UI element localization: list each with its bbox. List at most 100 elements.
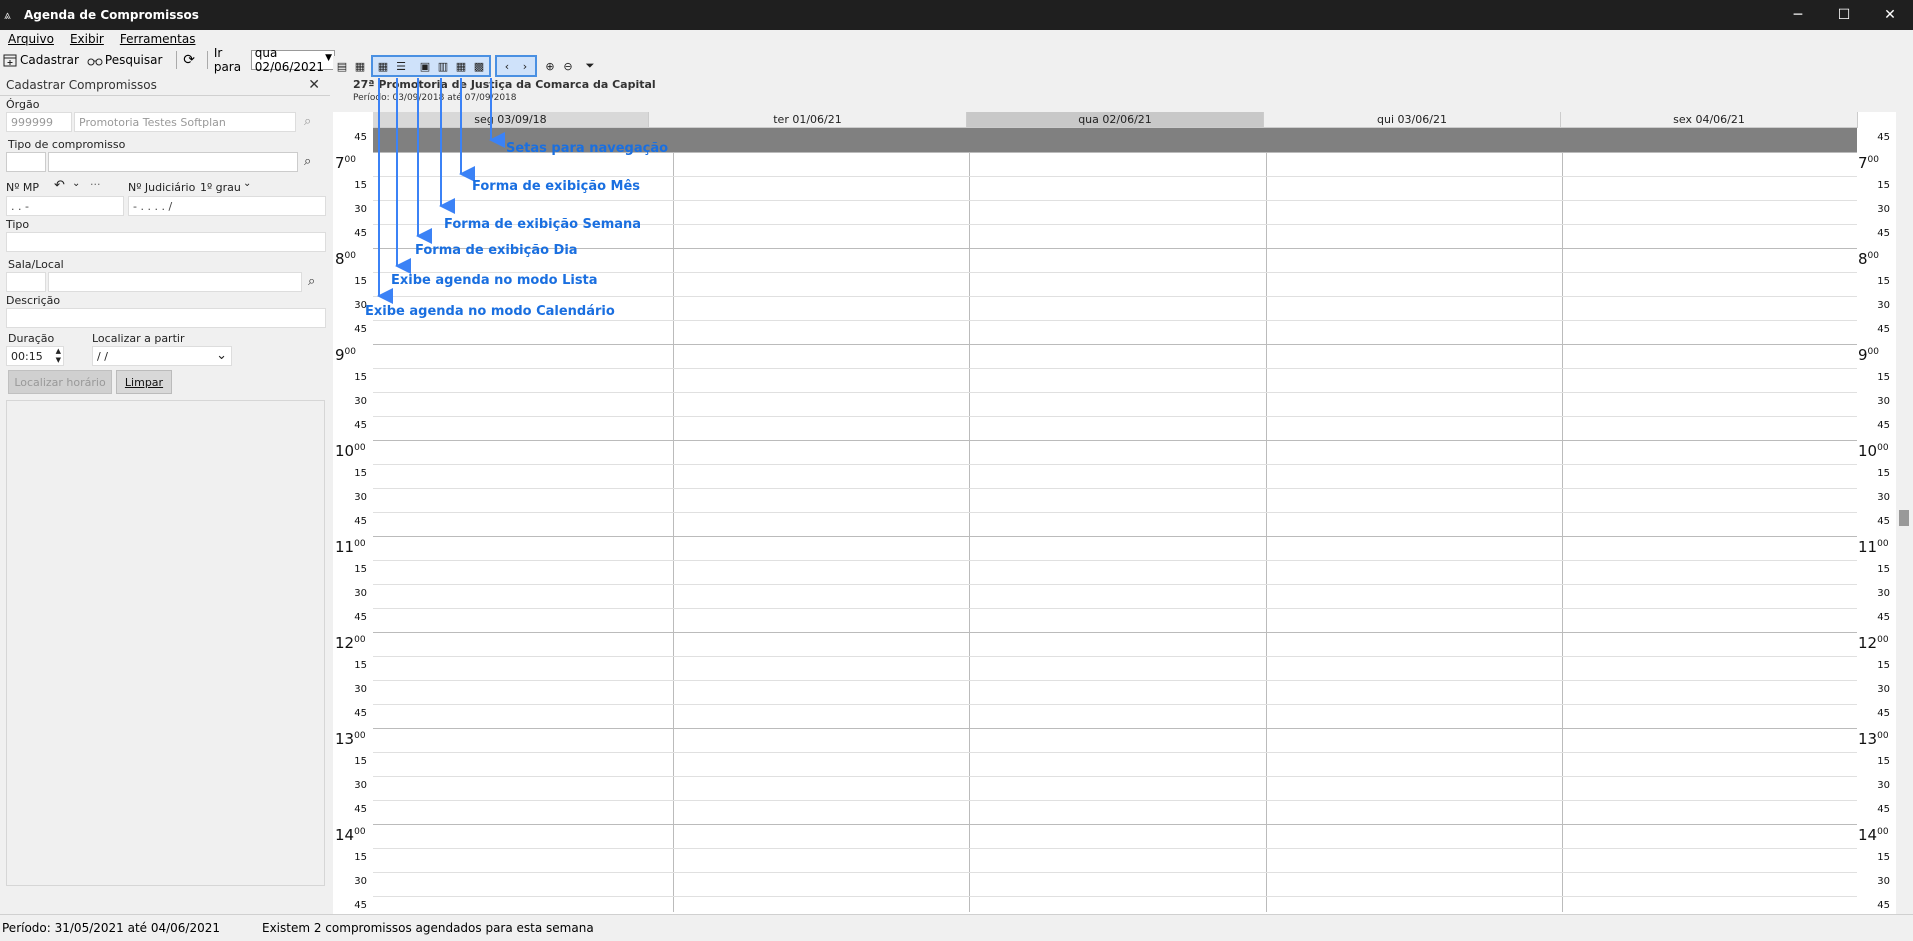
status-periodo: Período: 31/05/2021 até 04/06/2021 (2, 921, 221, 935)
hour-label: 700 (1858, 154, 1879, 172)
month-view-icon[interactable]: ▦ (452, 57, 470, 75)
nmp-value: . . - (11, 199, 29, 213)
scrollbar-thumb[interactable] (1899, 510, 1909, 526)
vertical-scrollbar[interactable] (1896, 112, 1913, 914)
quarter-label: 45 (1877, 420, 1890, 431)
orgao-code-field[interactable]: 999999 (6, 112, 72, 132)
sala-code-field[interactable] (6, 272, 46, 292)
quarter-label: 15 (1877, 564, 1890, 575)
week-view-icon[interactable]: ▥ (434, 57, 452, 75)
search-icon[interactable]: ⌕ (304, 114, 320, 130)
sala-name-field[interactable] (48, 272, 302, 292)
quarter-label: 30 (1877, 684, 1890, 695)
quarter-label: 45 (1877, 708, 1890, 719)
column-divider (1562, 152, 1563, 912)
prev-arrow-icon[interactable]: ‹ (498, 57, 516, 75)
undo-icon[interactable]: ↶ (54, 178, 65, 193)
tipo-compromisso-name-field[interactable] (48, 152, 298, 172)
quarter-label: 30 (354, 780, 367, 791)
next-arrow-icon[interactable]: › (516, 57, 534, 75)
njudiciario-label: Nº Judiciário (128, 181, 196, 194)
duracao-stepper[interactable]: 00:15 ▲ ▼ (6, 346, 64, 366)
quarter-label: 15 (354, 468, 367, 479)
orgao-name-value: Promotoria Testes Softplan (79, 115, 226, 129)
day-header-today[interactable]: qua 02/06/21 (967, 112, 1264, 128)
annotation-dia: Forma de exibição Dia (415, 243, 578, 258)
maximize-button[interactable]: ☐ (1821, 0, 1867, 30)
annotation-lista: Exibe agenda no modo Lista (391, 273, 598, 288)
grau-select[interactable]: 1º grau (200, 181, 241, 194)
hour-label: 1200 (335, 634, 366, 652)
cadastrar-button[interactable]: Cadastrar (2, 52, 79, 68)
quarter-label: 30 (1877, 492, 1890, 503)
localizar-horario-button[interactable]: Localizar horário (8, 370, 112, 394)
search-icon[interactable]: ⌕ (308, 274, 324, 290)
menu-arquivo[interactable]: Arquivo (8, 32, 54, 46)
hour-label: 800 (335, 250, 356, 268)
orgao-label: Órgão (6, 98, 40, 111)
menu-exibir[interactable]: Exibir (70, 32, 104, 46)
hour-minutes: 00 (1877, 827, 1889, 837)
day-header[interactable]: seg 03/09/18 (373, 112, 649, 128)
hour-minutes: 00 (1867, 347, 1879, 357)
time-slot-line (373, 200, 1857, 201)
quarter-label: 45 (1877, 900, 1890, 911)
hour-minutes: 00 (1867, 251, 1879, 261)
close-window-button[interactable]: ✕ (1867, 0, 1913, 30)
hour-number: 13 (1858, 730, 1878, 748)
main-toolbar: Cadastrar Pesquisar ⟳ Ir para qua 02/06/… (0, 46, 335, 74)
tipo-label: Tipo (6, 218, 30, 231)
tipo-compromisso-code-field[interactable] (6, 152, 46, 172)
day-columns[interactable] (373, 152, 1857, 912)
nmp-field[interactable]: . . - (6, 196, 124, 216)
zoom-in-icon[interactable]: ⊕ (541, 57, 559, 75)
menu-ferramentas[interactable]: Ferramentas (120, 32, 196, 46)
column-divider (969, 152, 970, 912)
day-header[interactable]: sex 04/06/21 (1561, 112, 1858, 128)
toolbar-separator (176, 51, 178, 69)
pesquisar-label: Pesquisar (104, 53, 163, 67)
time-slot-line (373, 368, 1857, 369)
quarter-label: 30 (354, 492, 367, 503)
hour-number: 11 (1858, 538, 1878, 556)
calendar-area: ▤ ▦ ▦ ☰ ▣ ▥ ▦ ▩ ‹ › ⊕ ⊖ ⏷ 27ª Promotoria… (333, 55, 1913, 914)
filter-icon[interactable]: ⏷ (581, 57, 599, 75)
calendar-mode-icon[interactable]: ▦ (374, 57, 392, 75)
print-icon[interactable]: ▤ (333, 57, 351, 75)
chevron-down-icon[interactable]: ⌄ (243, 178, 251, 189)
hour-label: 900 (1858, 346, 1879, 364)
day-view-icon[interactable]: ▣ (416, 57, 434, 75)
quarter-label: 30 (1877, 780, 1890, 791)
quarter-label: 15 (1877, 372, 1890, 383)
sala-label: Sala/Local (8, 258, 64, 271)
left-panel-empty-area (6, 400, 325, 886)
orgao-name-field[interactable]: Promotoria Testes Softplan (74, 112, 296, 132)
time-slot-line (373, 464, 1857, 465)
nmp-label: Nº MP (6, 181, 40, 194)
search-icon[interactable]: ⌕ (304, 154, 320, 170)
refresh-icon[interactable]: ⟳ (183, 52, 195, 68)
ir-para-date-select[interactable]: qua 02/06/2021 ▼ (250, 46, 335, 74)
calendar-settings-icon[interactable]: ▦ (351, 57, 369, 75)
stepper-arrows-icon[interactable]: ▲ ▼ (56, 347, 61, 365)
hour-label: 1000 (1858, 442, 1889, 460)
quarter-label: 45 (354, 420, 367, 431)
localizar-partir-date-select[interactable]: / / ⌄ (92, 346, 232, 366)
time-slot-line (373, 584, 1857, 585)
day-header[interactable]: qui 03/06/21 (1264, 112, 1561, 128)
list-mode-icon[interactable]: ☰ (392, 57, 410, 75)
chevron-down-icon[interactable]: ⌄ (72, 178, 80, 189)
tipo-field[interactable] (6, 232, 326, 252)
close-panel-icon[interactable]: ✕ (308, 77, 320, 93)
descricao-field[interactable] (6, 308, 326, 328)
pesquisar-button[interactable]: Pesquisar (87, 52, 163, 68)
minimize-button[interactable]: ─ (1775, 0, 1821, 30)
zoom-out-icon[interactable]: ⊖ (559, 57, 577, 75)
time-slot-line (373, 704, 1857, 705)
year-view-icon[interactable]: ▩ (470, 57, 488, 75)
quarter-label: 45 (1877, 516, 1890, 527)
day-header[interactable]: ter 01/06/21 (649, 112, 967, 128)
limpar-button[interactable]: Limpar (116, 370, 172, 394)
more-icon[interactable]: ··· (90, 178, 101, 191)
njudiciario-field[interactable]: - . . . . / (128, 196, 326, 216)
